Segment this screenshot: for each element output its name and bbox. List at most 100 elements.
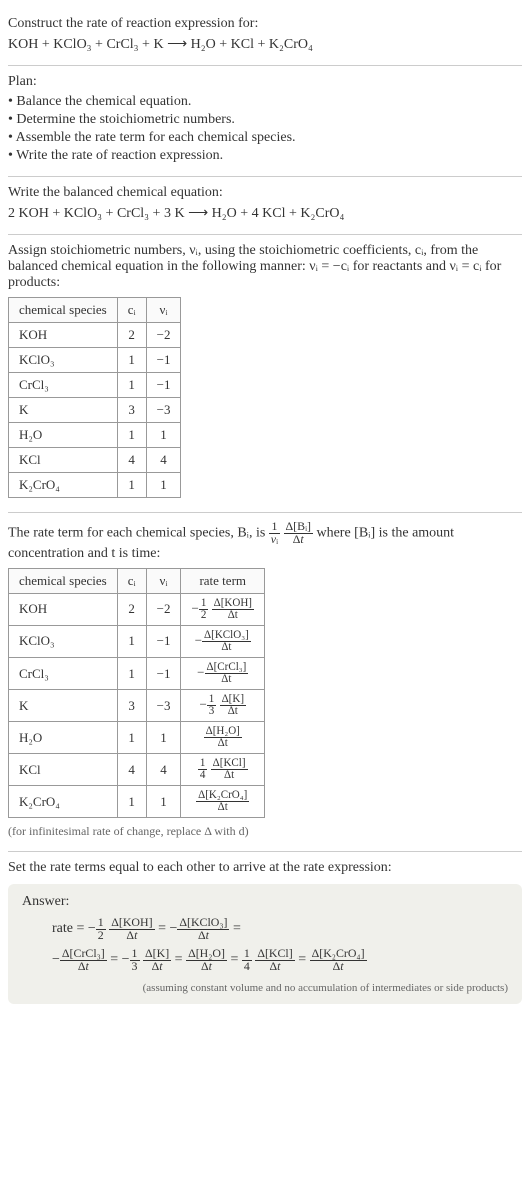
col-v: νᵢ [146,568,181,593]
rateterm-intro: The rate term for each chemical species,… [8,521,522,562]
cell-v: 4 [146,754,181,786]
cell-c: 4 [117,754,146,786]
plan-item: Write the rate of reaction expression. [8,148,522,164]
cell-rate-term: Δ[H₂O]Δt [181,722,265,754]
cell-species: KOH [9,323,118,348]
table-row: K₂CrO₄11Δ[K₂CrO₄]Δt [9,786,265,818]
cell-rate-term: −13 Δ[K]Δt [181,690,265,722]
cell-species: CrCl₃ [9,373,118,398]
cell-v: −3 [146,690,181,722]
intro-equation: KOH + KClO₃ + CrCl₃ + K ⟶ H₂O + KCl + K₂… [8,36,522,53]
cell-species: KOH [9,593,118,625]
cell-v: −2 [146,323,181,348]
intro-frac2: Δ[Bᵢ]Δt [284,521,313,546]
cell-rate-term: −Δ[CrCl₃]Δt [181,658,265,690]
cell-v: −2 [146,593,181,625]
col-c: cᵢ [117,568,146,593]
plan-item: Balance the chemical equation. [8,94,522,110]
col-c: cᵢ [117,298,146,323]
cell-species: K₂CrO₄ [9,473,118,498]
cell-species: K [9,398,118,423]
plan-item: Assemble the rate term for each chemical… [8,130,522,146]
rateterm-intro-pre: The rate term for each chemical species,… [8,526,269,541]
intro-section: Construct the rate of reaction expressio… [8,8,522,66]
table-row: KClO₃1−1−Δ[KClO₃]Δt [9,625,265,657]
cell-rate-term: Δ[K₂CrO₄]Δt [181,786,265,818]
cell-v: 1 [146,423,181,448]
cell-v: 1 [146,786,181,818]
cell-v: −3 [146,398,181,423]
cell-rate-term: −Δ[KClO₃]Δt [181,625,265,657]
cell-rate-term: 14 Δ[KCl]Δt [181,754,265,786]
cell-c: 1 [117,658,146,690]
cell-c: 4 [117,448,146,473]
cell-species: K₂CrO₄ [9,786,118,818]
balanced-equation: 2 KOH + KClO₃ + CrCl₃ + 3 K ⟶ H₂O + 4 KC… [8,205,522,222]
stoich-section: Assign stoichiometric numbers, νᵢ, using… [8,235,522,513]
plan-item: Determine the stoichiometric numbers. [8,112,522,128]
cell-c: 1 [117,373,146,398]
cell-v: 4 [146,448,181,473]
table-header-row: chemical species cᵢ νᵢ [9,298,181,323]
table-row: K3−3−13 Δ[K]Δt [9,690,265,722]
cell-c: 1 [117,625,146,657]
cell-species: KCl [9,448,118,473]
table-row: K3−3 [9,398,181,423]
cell-c: 1 [117,473,146,498]
cell-v: −1 [146,658,181,690]
rateterm-section: The rate term for each chemical species,… [8,513,522,852]
answer-note: (assuming constant volume and no accumul… [22,982,508,994]
cell-species: H₂O [9,722,118,754]
stoich-intro: Assign stoichiometric numbers, νᵢ, using… [8,243,522,291]
table-row: CrCl₃1−1 [9,373,181,398]
table-row: K₂CrO₄11 [9,473,181,498]
final-heading: Set the rate terms equal to each other t… [8,860,522,876]
balanced-heading: Write the balanced chemical equation: [8,185,522,201]
cell-species: CrCl₃ [9,658,118,690]
cell-v: 1 [146,473,181,498]
intro-frac1: 1νᵢ [269,521,280,546]
cell-c: 1 [117,423,146,448]
cell-v: −1 [146,373,181,398]
cell-c: 3 [117,398,146,423]
answer-math: rate = −12 Δ[KOH]Δt = −Δ[KClO₃]Δt = −Δ[C… [22,914,508,976]
plan-section: Plan: Balance the chemical equation. Det… [8,66,522,177]
table-row: CrCl₃1−1−Δ[CrCl₃]Δt [9,658,265,690]
cell-v: −1 [146,348,181,373]
table-header-row: chemical species cᵢ νᵢ rate term [9,568,265,593]
cell-species: KCl [9,754,118,786]
balanced-section: Write the balanced chemical equation: 2 … [8,177,522,235]
table-row: H₂O11 [9,423,181,448]
cell-c: 3 [117,690,146,722]
intro-prompt: Construct the rate of reaction expressio… [8,16,522,32]
cell-c: 1 [117,348,146,373]
table-row: KOH2−2−12 Δ[KOH]Δt [9,593,265,625]
plan-heading: Plan: [8,74,522,90]
cell-species: H₂O [9,423,118,448]
rateterm-table: chemical species cᵢ νᵢ rate term KOH2−2−… [8,568,265,819]
cell-v: 1 [146,722,181,754]
stoich-table: chemical species cᵢ νᵢ KOH2−2 KClO₃1−1 C… [8,297,181,498]
table-row: KCl4414 Δ[KCl]Δt [9,754,265,786]
answer-label: Answer: [22,894,508,910]
plan-list: Balance the chemical equation. Determine… [8,94,522,164]
col-species: chemical species [9,298,118,323]
cell-species: KClO₃ [9,625,118,657]
cell-c: 2 [117,593,146,625]
col-species: chemical species [9,568,118,593]
table-row: KCl44 [9,448,181,473]
rateterm-note: (for infinitesimal rate of change, repla… [8,824,522,839]
col-v: νᵢ [146,298,181,323]
cell-c: 2 [117,323,146,348]
table-row: KOH2−2 [9,323,181,348]
cell-c: 1 [117,722,146,754]
table-row: KClO₃1−1 [9,348,181,373]
col-rate: rate term [181,568,265,593]
cell-species: K [9,690,118,722]
cell-c: 1 [117,786,146,818]
cell-v: −1 [146,625,181,657]
final-section: Set the rate terms equal to each other t… [8,852,522,1020]
cell-species: KClO₃ [9,348,118,373]
table-row: H₂O11Δ[H₂O]Δt [9,722,265,754]
answer-box: Answer: rate = −12 Δ[KOH]Δt = −Δ[KClO₃]Δ… [8,884,522,1004]
